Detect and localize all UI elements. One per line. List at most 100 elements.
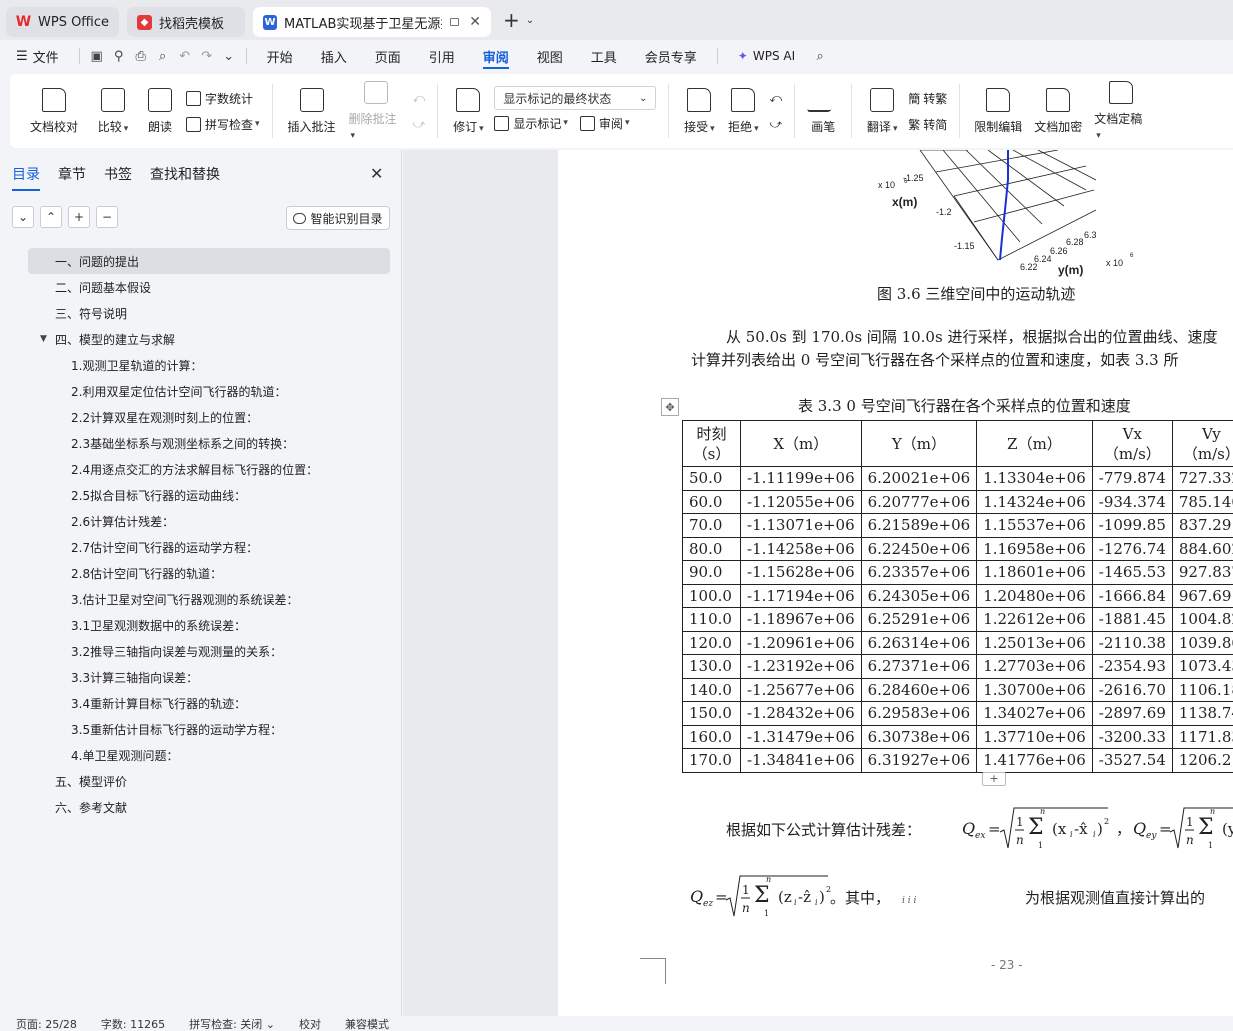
smart-toc-button[interactable]: 智能识别目录 [286,206,390,230]
toc-item[interactable]: 3.4重新计算目标飞行器的轨迹： [28,690,390,716]
nav-tab-chapters[interactable]: 章节 [58,164,86,191]
search-icon[interactable]: ⌕ [809,40,831,72]
collapse-icon[interactable]: ⌄ [12,206,34,228]
proof-indicator[interactable]: 校对 [299,1016,321,1031]
toc-item[interactable]: 五、模型评价 [28,768,390,794]
paragraph-line: 计算并列表给出 0 号空间飞行器在各个采样点的位置和速度，如表 3.3 所 [691,351,1179,369]
pen-button[interactable]: 画笔 [803,81,843,141]
toc-item[interactable]: 3.估计卫星对空间飞行器观测的系统误差： [28,586,390,612]
remove-icon[interactable]: − [96,206,118,228]
expand-arrow-icon[interactable]: ▼ [40,334,47,344]
delete-comment-button[interactable]: 删除批注▾ [343,81,409,141]
spell-check-indicator[interactable]: 拼写检查: 关闭 ⌄ [189,1016,275,1031]
next-change-icon[interactable]: ⤻ [769,111,782,137]
nav-tab-toc[interactable]: 目录 [12,164,40,191]
add-icon[interactable]: + [68,206,90,228]
show-markup-button[interactable]: 显示标记 ▾ [494,110,568,136]
toc-item[interactable]: 3.3计算三轴指向误差： [28,664,390,690]
toc-item[interactable]: 3.2推导三轴指向误差与观测量的关系： [28,638,390,664]
read-aloud-button[interactable]: 朗读 [138,81,182,141]
prev-comment-icon[interactable]: ⤺ [413,85,426,111]
toc-item[interactable]: 2.4用逐点交汇的方法求解目标飞行器的位置： [28,456,390,482]
track-changes-button[interactable]: 修订 ▾ [446,81,490,141]
review-pane-button[interactable]: 审阅 ▾ [579,110,629,136]
svg-text:n: n [1186,833,1194,847]
close-tab-icon[interactable]: ✕ [469,14,481,30]
table-row: 170.0 -1.34841e+06 6.31927e+06 1.41776e+06-… [682,748,1233,773]
toc-item[interactable]: 二、问题基本假设 [28,274,390,300]
reject-button[interactable]: 拒绝 ▾ [721,81,765,141]
menu-member[interactable]: 会员专享 [631,40,711,72]
toc-item[interactable]: 2.2计算双星在观测时刻上的位置： [28,404,390,430]
toc-item[interactable]: 4.单卫星观测问题： [28,742,390,768]
wps-ai-button[interactable]: ✦ WPS AI [724,40,809,72]
tab-document[interactable]: W MATLAB实现基于卫星无源探 ✕ [253,7,492,37]
menu-view[interactable]: 视图 [523,40,577,72]
new-tab-icon[interactable]: + [503,8,520,32]
insert-comment-button[interactable]: 插入批注 [281,81,343,141]
window-icon[interactable] [449,18,460,26]
encrypt-button[interactable]: 文档加密 [1028,81,1088,141]
print-icon[interactable]: ⎙ [130,40,152,72]
spell-check-label: 拼写检查 [205,117,254,132]
svg-text:ex: ex [975,831,985,841]
toc-item[interactable]: 2.5拟合目标飞行器的运动曲线： [28,482,390,508]
word-count-button[interactable]: 字数统计 [186,85,260,111]
table-cell: 130.0 [682,654,741,679]
translate-button[interactable]: 翻译 ▾ [860,81,904,141]
table-move-handle[interactable]: ✥ [661,398,679,416]
save-icon[interactable]: ▣ [86,40,108,72]
accept-label: 接受 ▾ [684,119,715,134]
file-menu[interactable]: ☰ 文件 [0,40,73,72]
undo-icon[interactable]: ↶ [174,40,196,72]
word-count-indicator[interactable]: 字数: 11265 [101,1016,165,1031]
prev-change-icon[interactable]: ⤺ [769,85,782,111]
menu-reference[interactable]: 引用 [415,40,469,72]
menu-page[interactable]: 页面 [361,40,415,72]
redo-icon[interactable]: ↷ [196,40,218,72]
toc-item[interactable]: 三、符号说明 [28,300,390,326]
residual-formula-x-y: Qex = 1n nΣ1 (x i -x̂ i) 2 ， Qey = 1n nΣ1 (y… [962,807,1233,850]
restrict-edit-button[interactable]: 限制编辑 [968,81,1028,141]
markup-state-dropdown[interactable]: 显示标记的最终状态 ⌄ [494,86,657,110]
doc-check-button[interactable]: 文档校对 [20,81,88,141]
finalize-button[interactable]: 文档定稿▾ [1088,81,1154,141]
toc-item[interactable]: ▼ 四、模型的建立与求解 [28,326,390,352]
nav-tab-bookmarks[interactable]: 书签 [104,164,132,191]
chevron-down-icon[interactable]: ⌄ [526,15,534,26]
table-row: 110.0 -1.18967e+06 6.25291e+06 1.22612e+06-… [682,607,1233,632]
next-comment-icon[interactable]: ⤻ [413,111,426,137]
svg-text:Q: Q [962,819,975,838]
close-icon[interactable]: ✕ [370,164,383,183]
print-preview-icon[interactable]: ⌕ [152,40,174,72]
expand-icon[interactable]: ⌃ [40,206,62,228]
delete-comment-label: 删除批注▾ [348,112,397,141]
toc-item[interactable]: 2.7估计空间飞行器的运动学方程： [28,534,390,560]
toc-item[interactable]: 2.3基础坐标系与观测坐标系之间的转换： [28,430,390,456]
compare-button[interactable]: 比较 ▾ [88,81,138,141]
to-simplified-button[interactable]: 繁转简 [908,111,947,137]
menu-tools[interactable]: 工具 [577,40,631,72]
share-icon[interactable]: ⚲ [108,40,130,72]
toc-item[interactable]: 一、问题的提出 [28,248,390,274]
toc-item[interactable]: 2.利用双星定位估计空间飞行器的轨道： [28,378,390,404]
toc-item[interactable]: 3.1卫星观测数据中的系统误差： [28,612,390,638]
toc-item[interactable]: 3.5重新估计目标飞行器的运动学方程： [28,716,390,742]
toc-item[interactable]: 2.6计算估计残差： [28,508,390,534]
menu-insert[interactable]: 插入 [307,40,361,72]
toc-item[interactable]: 六、参考文献 [28,794,390,820]
divider [959,84,961,138]
page-indicator[interactable]: 页面: 25/28 [16,1016,77,1031]
menu-start[interactable]: 开始 [253,40,307,72]
add-row-button[interactable]: + [982,772,1006,786]
accept-button[interactable]: 接受 ▾ [677,81,721,141]
nav-tab-find-replace[interactable]: 查找和替换 [150,164,220,191]
tab-wps-office[interactable]: W WPS Office [6,7,120,37]
toc-item[interactable]: 2.8估计空间飞行器的轨道： [28,560,390,586]
menu-review[interactable]: 审阅 [469,40,523,72]
tab-docer[interactable]: ◆ 找稻壳模板 [127,7,246,37]
spell-check-button[interactable]: 拼写检查 ▾ [186,111,260,137]
toc-item[interactable]: 1.观测卫星轨道的计算： [28,352,390,378]
more-chevron-icon[interactable]: ⌄ [218,40,240,72]
to-traditional-button[interactable]: 簡转繁 [908,85,947,111]
